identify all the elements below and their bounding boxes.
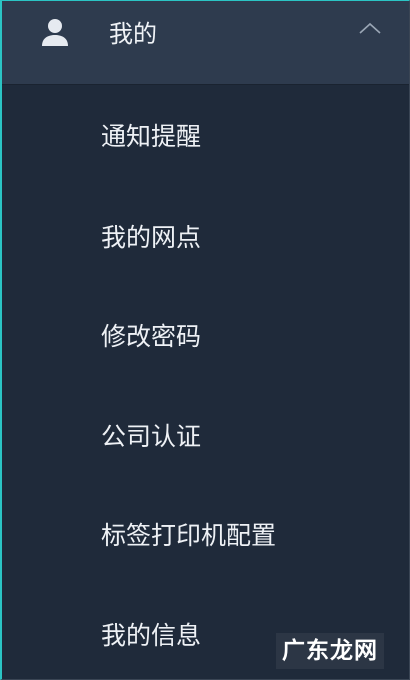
menu-item-my-outlets[interactable]: 我的网点 (2, 186, 409, 276)
menu-item-notifications[interactable]: 通知提醒 (2, 85, 409, 175)
menu-item-label: 我的信息 (101, 621, 202, 650)
menu-item-label: 修改密码 (101, 322, 202, 351)
menu-item-label: 公司认证 (101, 422, 202, 451)
menu-item-label: 通知提醒 (101, 122, 202, 151)
sidebar-menu-panel: 我的 通知提醒 我的网点 修改密码 公司认证 标签打印机配置 我的信息 广东龙网 (0, 0, 410, 680)
chevron-up-icon[interactable] (357, 19, 383, 37)
watermark: 广东龙网 (276, 633, 384, 669)
menu-item-label: 标签打印机配置 (101, 521, 277, 550)
menu-item-change-password[interactable]: 修改密码 (2, 285, 409, 375)
menu-group-label: 我的 (109, 20, 157, 48)
menu-group-header-mine[interactable]: 我的 (2, 1, 409, 85)
menu-item-label: 我的网点 (101, 223, 202, 252)
menu-item-label-printer-config[interactable]: 标签打印机配置 (2, 484, 409, 574)
user-icon (42, 19, 68, 46)
menu-item-company-verification[interactable]: 公司认证 (2, 385, 409, 475)
